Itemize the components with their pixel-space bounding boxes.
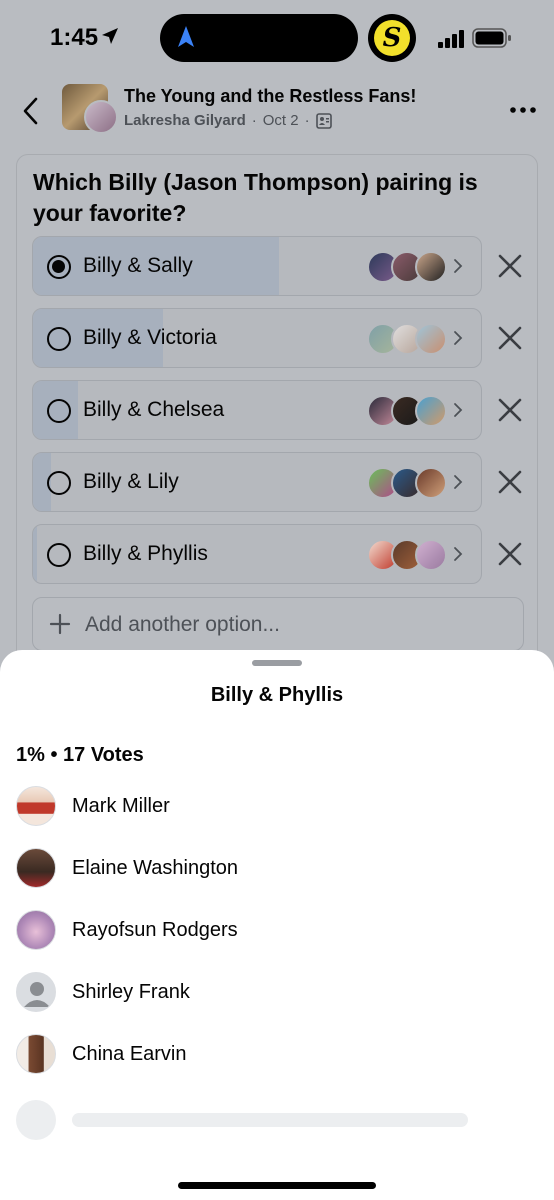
poll-card: Which Billy (Jason Thompson) pairing is … (16, 154, 538, 714)
voter-avatar (415, 467, 447, 499)
poll-option[interactable]: Billy & Sally (32, 236, 482, 296)
voter-avatar[interactable] (16, 910, 56, 950)
cellular-signal-icon (438, 30, 464, 48)
poll-option[interactable]: Billy & Phyllis (32, 524, 482, 584)
voter-avatar (415, 395, 447, 427)
poll-option[interactable]: Billy & Lily (32, 452, 482, 512)
plus-icon (49, 613, 71, 635)
voter-avatar (415, 251, 447, 283)
poll-option-label: Billy & Chelsea (83, 398, 225, 421)
more-options-icon[interactable] (510, 106, 536, 114)
voter-avatars[interactable] (367, 539, 457, 571)
post-header: The Young and the Restless Fans! Lakresh… (0, 78, 554, 148)
voter-name: China Earvin (72, 1043, 187, 1065)
remove-option-icon[interactable] (497, 397, 523, 423)
voter-row[interactable]: Elaine Washington (16, 848, 536, 890)
loading-avatar-placeholder (16, 1100, 56, 1140)
radio-button[interactable] (47, 399, 71, 423)
remove-option-icon[interactable] (497, 541, 523, 567)
sheet-title: Billy & Phyllis (210, 684, 344, 706)
radio-button-selected[interactable] (47, 255, 71, 279)
poll-option-label: Billy & Lily (83, 470, 179, 493)
chevron-right-icon[interactable] (453, 401, 463, 419)
voter-avatars[interactable] (367, 467, 457, 499)
location-arrow-icon (102, 28, 118, 44)
radio-button[interactable] (47, 471, 71, 495)
voter-name: Elaine Washington (72, 857, 239, 879)
voter-avatar[interactable] (16, 1034, 56, 1074)
meta-separator: · (304, 112, 310, 129)
app-badge-letter: S (374, 20, 410, 56)
add-option-label: Add another option... (85, 613, 280, 636)
status-bar: 1:45 S (0, 0, 554, 78)
back-chevron-icon[interactable] (20, 96, 42, 126)
navigation-icon (178, 26, 194, 47)
poll-option[interactable]: Billy & Chelsea (32, 380, 482, 440)
post-meta: Lakresha Gilyard · Oct 2 · (124, 112, 332, 129)
poll-question: Which Billy (Jason Thompson) pairing is … (33, 169, 478, 226)
voters-bottom-sheet: Billy & Phyllis 1% • 17 Votes Mark Mille… (0, 650, 554, 1200)
chevron-right-icon[interactable] (453, 257, 463, 275)
voter-row[interactable]: Mark Miller (16, 786, 536, 828)
loading-name-placeholder (72, 1113, 468, 1127)
remove-option-icon[interactable] (497, 469, 523, 495)
voter-name: Rayofsun Rodgers (72, 919, 238, 941)
voter-avatar (415, 539, 447, 571)
voter-avatar[interactable] (16, 848, 56, 888)
voter-avatars[interactable] (367, 395, 457, 427)
remove-option-icon[interactable] (497, 253, 523, 279)
voter-row[interactable]: China Earvin (16, 1034, 536, 1076)
author-name[interactable]: Lakresha Gilyard (124, 112, 246, 129)
post-date[interactable]: Oct 2 (263, 112, 299, 129)
meta-separator: · (251, 112, 257, 129)
poll-option-label: Billy & Victoria (83, 326, 217, 349)
radio-button[interactable] (47, 327, 71, 351)
add-option-button[interactable]: Add another option... (32, 597, 524, 651)
poll-option-result-bar (33, 525, 38, 583)
voter-avatars[interactable] (367, 251, 457, 283)
chevron-right-icon[interactable] (453, 545, 463, 563)
radio-button[interactable] (47, 543, 71, 567)
author-avatar[interactable] (84, 100, 118, 134)
status-time: 1:45 (50, 24, 99, 51)
group-name[interactable]: The Young and the Restless Fans! (124, 86, 416, 107)
voter-name: Shirley Frank (72, 981, 190, 1003)
home-indicator[interactable] (178, 1182, 376, 1189)
sheet-grabber[interactable] (252, 660, 302, 666)
voter-name: Mark Miller (72, 795, 170, 817)
battery-icon (472, 28, 511, 48)
poll-option[interactable]: Billy & Victoria (32, 308, 482, 368)
voter-row[interactable]: Rayofsun Rodgers (16, 910, 536, 952)
app-badge: S (368, 14, 416, 62)
default-avatar-icon[interactable] (16, 972, 56, 1012)
voter-avatars[interactable] (367, 323, 457, 355)
chevron-right-icon[interactable] (453, 329, 463, 347)
group-privacy-icon (315, 112, 332, 129)
remove-option-icon[interactable] (497, 325, 523, 351)
chevron-right-icon[interactable] (453, 473, 463, 491)
vote-summary: 1% • 17 Votes (16, 744, 144, 766)
poll-option-label: Billy & Sally (83, 254, 193, 277)
voter-avatar (415, 323, 447, 355)
voter-avatar[interactable] (16, 786, 56, 826)
voter-row[interactable]: Shirley Frank (16, 972, 536, 1014)
poll-option-label: Billy & Phyllis (83, 542, 208, 565)
